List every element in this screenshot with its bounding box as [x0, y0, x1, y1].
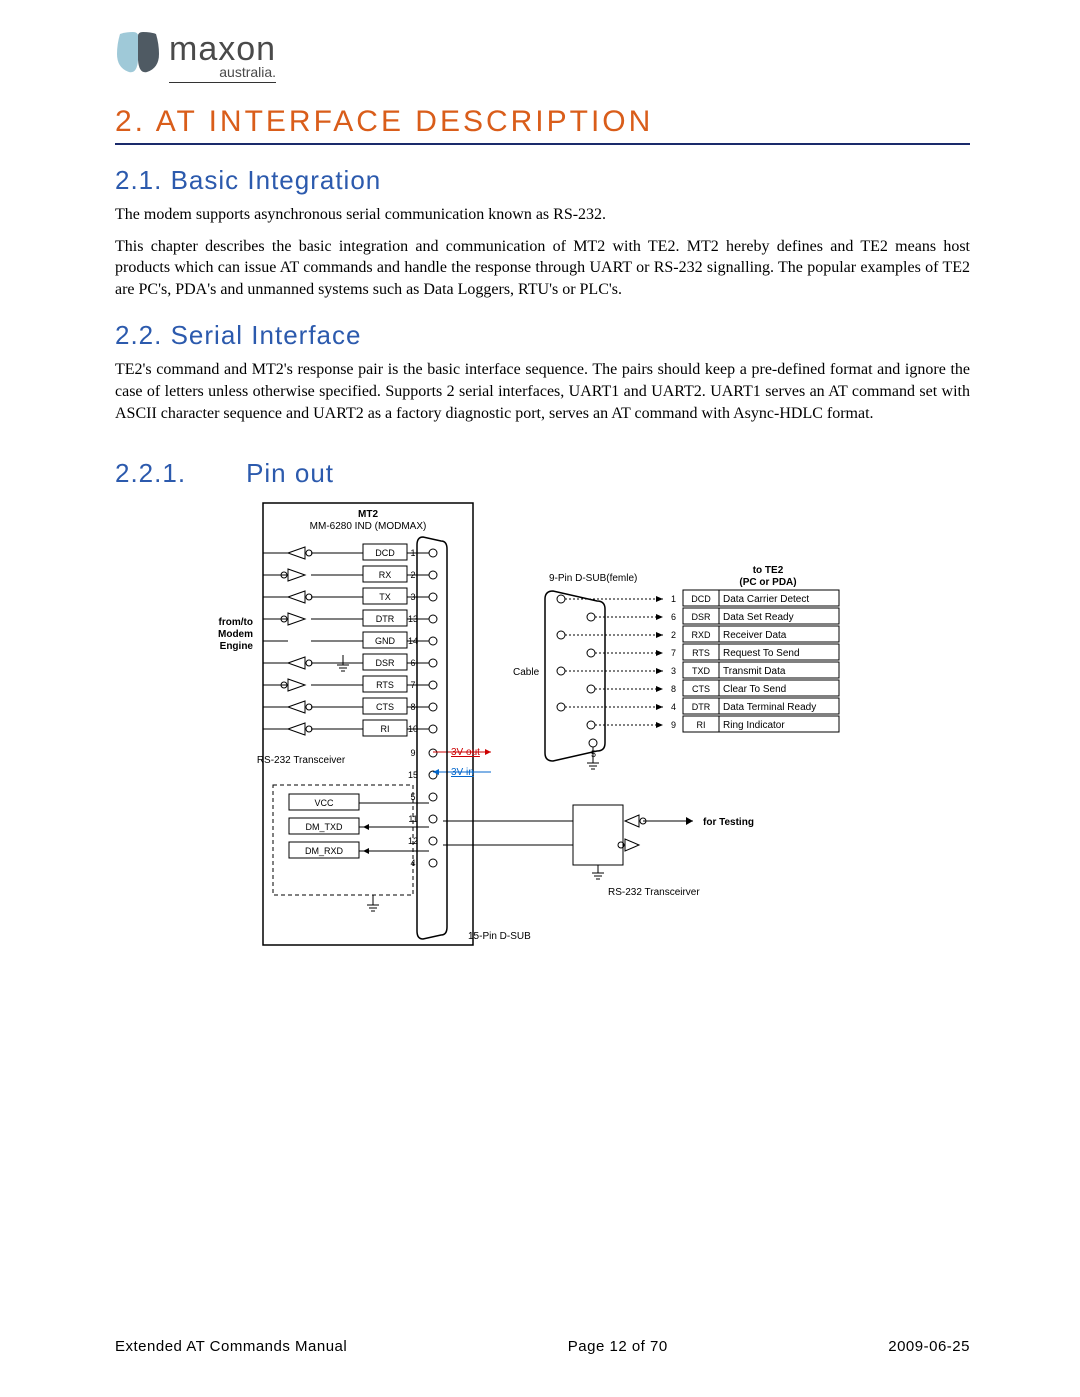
svg-text:Request To Send: Request To Send	[723, 648, 800, 659]
svg-text:Cable: Cable	[513, 667, 540, 678]
svg-text:Receiver Data: Receiver Data	[723, 630, 787, 641]
svg-text:VCC: VCC	[314, 798, 334, 808]
svg-text:7: 7	[671, 648, 676, 658]
footer-left: Extended AT Commands Manual	[115, 1338, 347, 1355]
para-2-1-b: This chapter describes the basic integra…	[115, 236, 970, 301]
svg-text:RI: RI	[696, 720, 705, 730]
svg-text:Data Carrier Detect: Data Carrier Detect	[723, 594, 809, 605]
footer-right: 2009-06-25	[888, 1338, 970, 1355]
svg-text:Engine: Engine	[219, 641, 253, 652]
section-2-2-1-heading: 2.2.1. Pin out	[115, 458, 970, 489]
svg-text:9: 9	[671, 720, 676, 730]
svg-text:for Testing: for Testing	[703, 817, 754, 828]
section-2-heading: 2. AT INTERFACE DESCRIPTION	[115, 105, 970, 139]
section-2-2-1-number: 2.2.1.	[115, 458, 186, 488]
section-2-2-1-title: Pin out	[246, 458, 334, 488]
svg-text:6: 6	[671, 612, 676, 622]
svg-text:RS-232 Transceirver: RS-232 Transceirver	[608, 887, 700, 898]
footer-center: Page 12 of 70	[568, 1338, 668, 1355]
svg-text:Transmit Data: Transmit Data	[723, 666, 786, 677]
svg-text:from/to: from/to	[218, 617, 252, 628]
svg-text:RTS: RTS	[692, 648, 710, 658]
heading-rule	[115, 143, 970, 145]
svg-text:DCD: DCD	[691, 594, 711, 604]
svg-text:TXD: TXD	[692, 666, 711, 676]
svg-text:1: 1	[671, 594, 676, 604]
page-footer: Extended AT Commands Manual Page 12 of 7…	[115, 1338, 970, 1355]
svg-text:9: 9	[410, 748, 415, 758]
svg-text:RTS: RTS	[376, 680, 394, 690]
svg-text:RI: RI	[380, 724, 389, 734]
logo-text-block: maxon australia.	[169, 30, 276, 83]
section-2-2-heading: 2.2. Serial Interface	[115, 320, 970, 351]
svg-text:to TE2: to TE2	[752, 565, 783, 576]
svg-text:DM_RXD: DM_RXD	[304, 846, 343, 856]
logo-icon	[115, 30, 161, 74]
svg-text:RXD: RXD	[691, 630, 711, 640]
svg-text:MM-6280 IND (MODMAX): MM-6280 IND (MODMAX)	[309, 521, 426, 532]
svg-text:Ring Indicator: Ring Indicator	[723, 720, 785, 731]
para-2-2-a: TE2's command and MT2's response pair is…	[115, 359, 970, 424]
logo: maxon australia.	[115, 30, 970, 83]
svg-text:DCD: DCD	[375, 548, 395, 558]
svg-text:Data Set Ready: Data Set Ready	[723, 612, 794, 623]
svg-text:RX: RX	[378, 570, 391, 580]
svg-text:DM_TXD: DM_TXD	[305, 822, 343, 832]
svg-text:TX: TX	[379, 592, 391, 602]
svg-text:RS-232 Transceiver: RS-232 Transceiver	[256, 755, 345, 766]
logo-wordmark: maxon	[169, 30, 276, 66]
svg-text:CTS: CTS	[376, 702, 394, 712]
svg-text:9-Pin D-SUB(femle): 9-Pin D-SUB(femle)	[549, 573, 637, 584]
svg-text:MT2: MT2	[358, 509, 378, 520]
svg-text:5: 5	[591, 749, 596, 759]
svg-text:DSR: DSR	[375, 658, 395, 668]
section-2-1-heading: 2.1. Basic Integration	[115, 165, 970, 196]
svg-text:3: 3	[671, 666, 676, 676]
svg-text:DSR: DSR	[691, 612, 711, 622]
svg-text:Modem: Modem	[218, 629, 253, 640]
svg-text:(PC or PDA): (PC or PDA)	[739, 577, 796, 588]
para-2-1-a: The modem supports asynchronous serial c…	[115, 204, 970, 226]
svg-text:8: 8	[671, 684, 676, 694]
svg-text:DTR: DTR	[691, 702, 710, 712]
svg-text:CTS: CTS	[692, 684, 710, 694]
pinout-diagram: MT2 MM-6280 IND (MODMAX) DCD1RX2TX3DTR13…	[115, 495, 970, 965]
page: maxon australia. 2. AT INTERFACE DESCRIP…	[0, 0, 1080, 1397]
svg-text:Clear To Send: Clear To Send	[723, 684, 786, 695]
svg-text:Data Terminal Ready: Data Terminal Ready	[723, 702, 816, 713]
svg-text:15-Pin D-SUB: 15-Pin D-SUB	[468, 931, 531, 942]
svg-text:2: 2	[671, 630, 676, 640]
svg-text:DTR: DTR	[375, 614, 394, 624]
svg-text:GND: GND	[375, 636, 396, 646]
svg-text:4: 4	[671, 702, 676, 712]
